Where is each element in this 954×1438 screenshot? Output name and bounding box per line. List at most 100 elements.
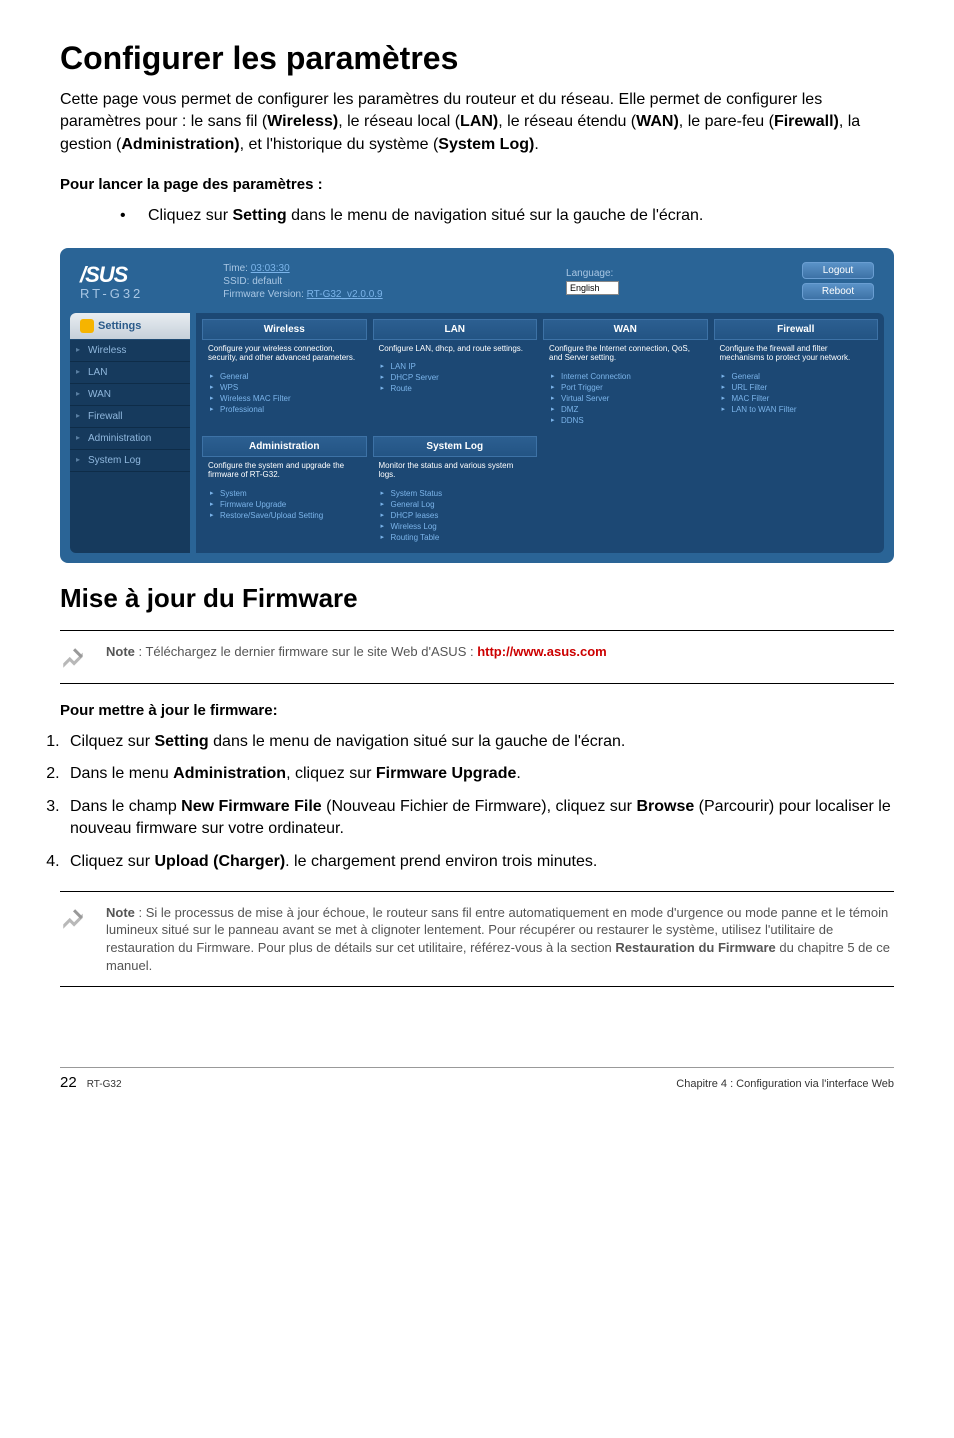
scr-sidebar: Settings Wireless LAN WAN Firewall Admin… xyxy=(70,313,190,553)
card-links: Internet Connection Port Trigger Virtual… xyxy=(543,367,708,430)
card-header[interactable]: WAN xyxy=(543,319,708,340)
card-links: General URL Filter MAC Filter LAN to WAN… xyxy=(714,367,879,419)
card-links: LAN IP DHCP Server Route xyxy=(373,357,538,398)
card-link[interactable]: Firmware Upgrade xyxy=(208,499,361,510)
card-link[interactable]: LAN IP xyxy=(379,361,532,372)
card-desc: Configure your wireless connection, secu… xyxy=(202,340,367,367)
card-link[interactable]: Restore/Save/Upload Setting xyxy=(208,510,361,521)
card-link[interactable]: MAC Filter xyxy=(720,393,873,404)
card-header[interactable]: Firewall xyxy=(714,319,879,340)
launch-steps: Cliquez sur Setting dans le menu de navi… xyxy=(120,205,894,227)
fw-label: Firmware Version: xyxy=(223,289,304,300)
page-footer: 22 RT-G32 Chapitre 4 : Configuration via… xyxy=(60,1067,894,1091)
card-header[interactable]: System Log xyxy=(373,436,538,457)
card-link[interactable]: Port Trigger xyxy=(549,382,702,393)
card-link[interactable]: System Status xyxy=(379,488,532,499)
card-link[interactable]: Internet Connection xyxy=(549,371,702,382)
card-link[interactable]: DHCP Server xyxy=(379,372,532,383)
language-select[interactable]: English xyxy=(566,281,619,295)
reboot-button[interactable]: Reboot xyxy=(802,283,874,300)
list-item: Cliquez sur Upload (Charger). le chargem… xyxy=(64,851,894,873)
card-links: General WPS Wireless MAC Filter Professi… xyxy=(202,367,367,419)
intro-text: , et l'historique du système ( xyxy=(240,136,439,153)
card-link[interactable]: General Log xyxy=(379,499,532,510)
footer-chapter: Chapitre 4 : Configuration via l'interfa… xyxy=(676,1078,894,1090)
scr-cards-row1: Wireless Configure your wireless connect… xyxy=(202,319,878,430)
step-text: . xyxy=(516,765,520,782)
step-text: Dans le menu xyxy=(70,765,173,782)
time-label: Time: xyxy=(223,263,248,274)
card-link[interactable]: Wireless Log xyxy=(379,521,532,532)
intro-bold: WAN) xyxy=(636,113,679,130)
card-desc: Configure the Internet connection, QoS, … xyxy=(543,340,708,367)
step-text: Cliquez sur xyxy=(148,207,232,224)
note-icon xyxy=(60,645,86,671)
page-title: Configurer les paramètres xyxy=(60,40,894,77)
card-link[interactable]: Professional xyxy=(208,404,361,415)
card-link[interactable]: General xyxy=(208,371,361,382)
scr-main: Wireless Configure your wireless connect… xyxy=(196,313,884,553)
card-header[interactable]: Administration xyxy=(202,436,367,457)
list-item: Dans le champ New Firmware File (Nouveau… xyxy=(64,796,894,841)
sidebar-item-administration[interactable]: Administration xyxy=(70,428,190,450)
intro-paragraph: Cette page vous permet de configurer les… xyxy=(60,89,894,156)
step-text: dans le menu de navigation situé sur la … xyxy=(209,733,626,750)
scr-body: Settings Wireless LAN WAN Firewall Admin… xyxy=(66,309,888,557)
card-link[interactable]: Wireless MAC Filter xyxy=(208,393,361,404)
sidebar-item-system-log[interactable]: System Log xyxy=(70,450,190,472)
card-header[interactable]: LAN xyxy=(373,319,538,340)
card-link[interactable]: Route xyxy=(379,383,532,394)
sidebar-settings-tab[interactable]: Settings xyxy=(70,313,190,340)
card-link[interactable]: DHCP leases xyxy=(379,510,532,521)
list-item: Cilquez sur Setting dans le menu de navi… xyxy=(64,731,894,753)
card-link[interactable]: General xyxy=(720,371,873,382)
card-link[interactable]: WPS xyxy=(208,382,361,393)
scr-btn-col: Logout Reboot xyxy=(802,262,874,300)
step-bold: Browse xyxy=(636,798,694,815)
step-text: Dans le champ xyxy=(70,798,181,815)
note-label: Note xyxy=(106,644,135,659)
sidebar-item-wan[interactable]: WAN xyxy=(70,384,190,406)
card-header[interactable]: Wireless xyxy=(202,319,367,340)
step-bold: Upload (Charger) xyxy=(154,853,285,870)
sidebar-item-firewall[interactable]: Firewall xyxy=(70,406,190,428)
list-item: Dans le menu Administration, cliquez sur… xyxy=(64,763,894,785)
step-text: , cliquez sur xyxy=(286,765,376,782)
note-box-download: Note : Téléchargez le dernier firmware s… xyxy=(60,630,894,684)
card-link[interactable]: DMZ xyxy=(549,404,702,415)
logout-button[interactable]: Logout xyxy=(802,262,874,279)
card-link[interactable]: DDNS xyxy=(549,415,702,426)
firmware-steps: Cilquez sur Setting dans le menu de navi… xyxy=(64,731,894,873)
card-link[interactable]: URL Filter xyxy=(720,382,873,393)
note-body: : Téléchargez le dernier firmware sur le… xyxy=(135,644,477,659)
card-desc: Configure LAN, dhcp, and route settings. xyxy=(373,340,538,358)
intro-bold: Firewall) xyxy=(774,113,839,130)
step-text: dans le menu de navigation situé sur la … xyxy=(287,207,704,224)
note-box-warning: Note : Si le processus de mise à jour éc… xyxy=(60,891,894,987)
card-link[interactable]: System xyxy=(208,488,361,499)
asus-link[interactable]: http://www.asus.com xyxy=(477,644,607,659)
scr-header: /SUS RT-G32 Time: 03:03:30 SSID: default… xyxy=(66,254,888,309)
fw-value[interactable]: RT-G32_v2.0.0.9 xyxy=(307,289,383,300)
step-text: . le chargement prend environ trois minu… xyxy=(285,853,597,870)
sidebar-item-wireless[interactable]: Wireless xyxy=(70,340,190,362)
ssid-label: SSID: xyxy=(223,276,249,287)
launch-heading: Pour lancer la page des paramètres : xyxy=(60,176,894,193)
card-link[interactable]: LAN to WAN Filter xyxy=(720,404,873,415)
card-links: System Status General Log DHCP leases Wi… xyxy=(373,484,538,547)
step-bold: Setting xyxy=(232,207,286,224)
card-lan: LAN Configure LAN, dhcp, and route setti… xyxy=(373,319,538,430)
step-text: (Nouveau Fichier de Firmware), cliquez s… xyxy=(322,798,637,815)
asus-logo: /SUS xyxy=(80,262,143,288)
intro-bold: System Log) xyxy=(438,136,534,153)
note-text: Note : Téléchargez le dernier firmware s… xyxy=(106,643,607,661)
card-link[interactable]: Virtual Server xyxy=(549,393,702,404)
intro-text: , le réseau local ( xyxy=(338,113,460,130)
card-administration: Administration Configure the system and … xyxy=(202,436,367,547)
sidebar-item-lan[interactable]: LAN xyxy=(70,362,190,384)
scr-info-col: Time: 03:03:30 SSID: default Firmware Ve… xyxy=(223,263,382,300)
intro-text: . xyxy=(534,136,538,153)
card-link[interactable]: Routing Table xyxy=(379,532,532,543)
time-value[interactable]: 03:03:30 xyxy=(251,263,290,274)
card-wireless: Wireless Configure your wireless connect… xyxy=(202,319,367,430)
